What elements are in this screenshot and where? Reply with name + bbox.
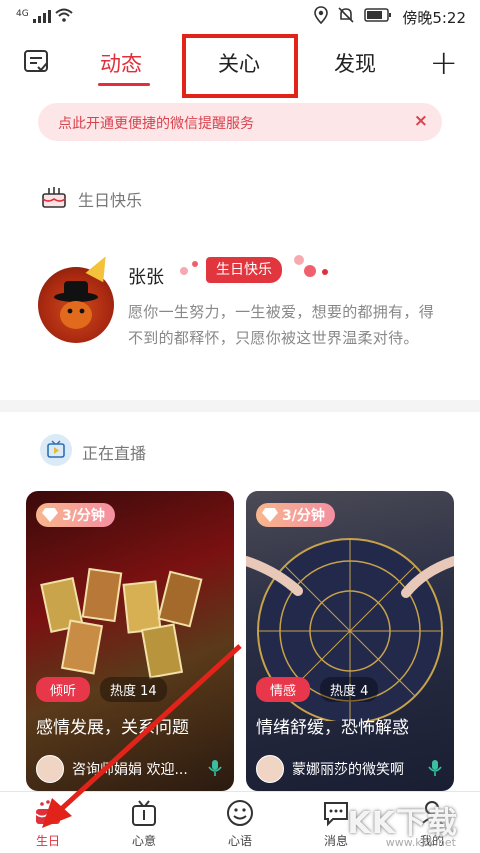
banner-text: 点此开通更便捷的微信提醒服务 xyxy=(58,116,254,132)
birthday-section-label: 生日快乐 xyxy=(78,191,143,210)
watermark-url: www.kkx.net xyxy=(385,836,456,849)
birthday-message: 愿你一生努力，一生被爱，想要的都拥有，得不到的都释怀，只愿你被这世界温柔对待。 xyxy=(128,303,435,347)
mic-icon xyxy=(428,759,442,781)
diamond-icon xyxy=(262,508,278,522)
close-icon[interactable]: × xyxy=(414,111,428,131)
status-right: 傍晚5:22 xyxy=(314,6,466,28)
card-host: 蒙娜丽莎的微笑啊 xyxy=(256,755,404,783)
heat-label: 热度 4 xyxy=(320,677,379,702)
live-section-label: 正在直播 xyxy=(82,444,147,463)
mic-icon xyxy=(208,759,222,781)
card-title: 感情发展，关系问题 xyxy=(36,718,189,738)
nav-label: 心语 xyxy=(227,834,252,848)
top-nav: 动态 关心 发现 + xyxy=(0,34,480,98)
live-card[interactable]: 3/分钟 倾听 热度 14 感情发展，关系问题 咨询师娟娟 欢迎... xyxy=(26,491,234,791)
price-text: 3/分钟 xyxy=(62,508,105,524)
tv-icon xyxy=(40,434,72,470)
price-badge: 3/分钟 xyxy=(36,503,115,527)
nav-label: 心意 xyxy=(131,834,156,848)
price-badge: 3/分钟 xyxy=(256,503,335,527)
live-card[interactable]: 3/分钟 情感 热度 4 情绪舒缓，恐怖解惑 蒙娜丽莎的微笑啊 xyxy=(246,491,454,791)
category-tag: 倾听 xyxy=(36,677,91,702)
location-icon xyxy=(314,6,329,28)
live-section-title: 正在直播 xyxy=(40,434,146,470)
smile-icon xyxy=(225,798,255,828)
network-label: 4G xyxy=(16,8,29,19)
confetti-dot xyxy=(322,269,328,275)
price-text: 3/分钟 xyxy=(282,508,325,524)
category-tag: 情感 xyxy=(256,677,311,702)
birthday-card[interactable]: 张张 生日快乐 愿你一生努力，一生被爱，想要的都拥有，得不到的都释怀，只愿你被这… xyxy=(0,225,480,395)
clock: 傍晚5:22 xyxy=(402,8,466,27)
tv-gift-icon xyxy=(129,798,159,828)
user-name[interactable]: 张张 xyxy=(128,263,164,289)
host-name: 咨询师娟娟 欢迎... xyxy=(72,762,188,778)
birthday-section-title: 生日快乐 xyxy=(40,184,142,214)
add-icon[interactable]: + xyxy=(430,43,459,83)
host-name: 蒙娜丽莎的微笑啊 xyxy=(292,762,404,778)
mute-bell-icon xyxy=(338,6,354,28)
wechat-reminder-banner[interactable]: 点此开通更便捷的微信提醒服务 × xyxy=(38,103,442,141)
nav-label: 生日 xyxy=(35,834,60,848)
host-avatar xyxy=(256,755,284,783)
nav-item-xinyi[interactable]: 心意 xyxy=(114,798,174,849)
card-host: 咨询师娟娟 欢迎... xyxy=(36,755,188,783)
nav-label: 消息 xyxy=(323,834,348,848)
birthday-badge: 生日快乐 xyxy=(206,257,282,283)
nav-item-xinyu[interactable]: 心语 xyxy=(210,798,270,849)
cake-icon xyxy=(40,184,68,214)
tag-row: 情感 热度 4 xyxy=(256,677,379,702)
battery-icon xyxy=(364,7,392,27)
host-avatar xyxy=(36,755,64,783)
nav-item-birthday[interactable]: 生日 xyxy=(18,798,78,849)
confetti-dot xyxy=(304,265,316,277)
wifi-icon xyxy=(55,8,73,25)
active-tab-underline xyxy=(98,83,150,86)
cake-icon xyxy=(33,798,63,828)
diamond-icon xyxy=(42,508,58,522)
message-icon xyxy=(321,798,351,828)
signal-icon xyxy=(32,10,51,23)
confetti-dot xyxy=(294,255,304,265)
edit-note-icon[interactable] xyxy=(22,48,50,76)
confetti-dot xyxy=(192,261,198,267)
highlight-box xyxy=(182,34,298,98)
heat-label: 热度 14 xyxy=(100,677,167,702)
status-bar: 4G 傍晚5:22 xyxy=(0,0,480,34)
confetti-dot xyxy=(180,267,188,275)
card-title: 情绪舒缓，恐怖解惑 xyxy=(256,718,409,738)
tab-faxian[interactable]: 发现 xyxy=(334,48,376,78)
tarot-cards-image xyxy=(40,567,203,679)
section-divider xyxy=(0,400,480,412)
tab-dongtai[interactable]: 动态 xyxy=(100,48,142,78)
tag-row: 倾听 热度 14 xyxy=(36,677,167,702)
status-left: 4G xyxy=(16,8,73,25)
